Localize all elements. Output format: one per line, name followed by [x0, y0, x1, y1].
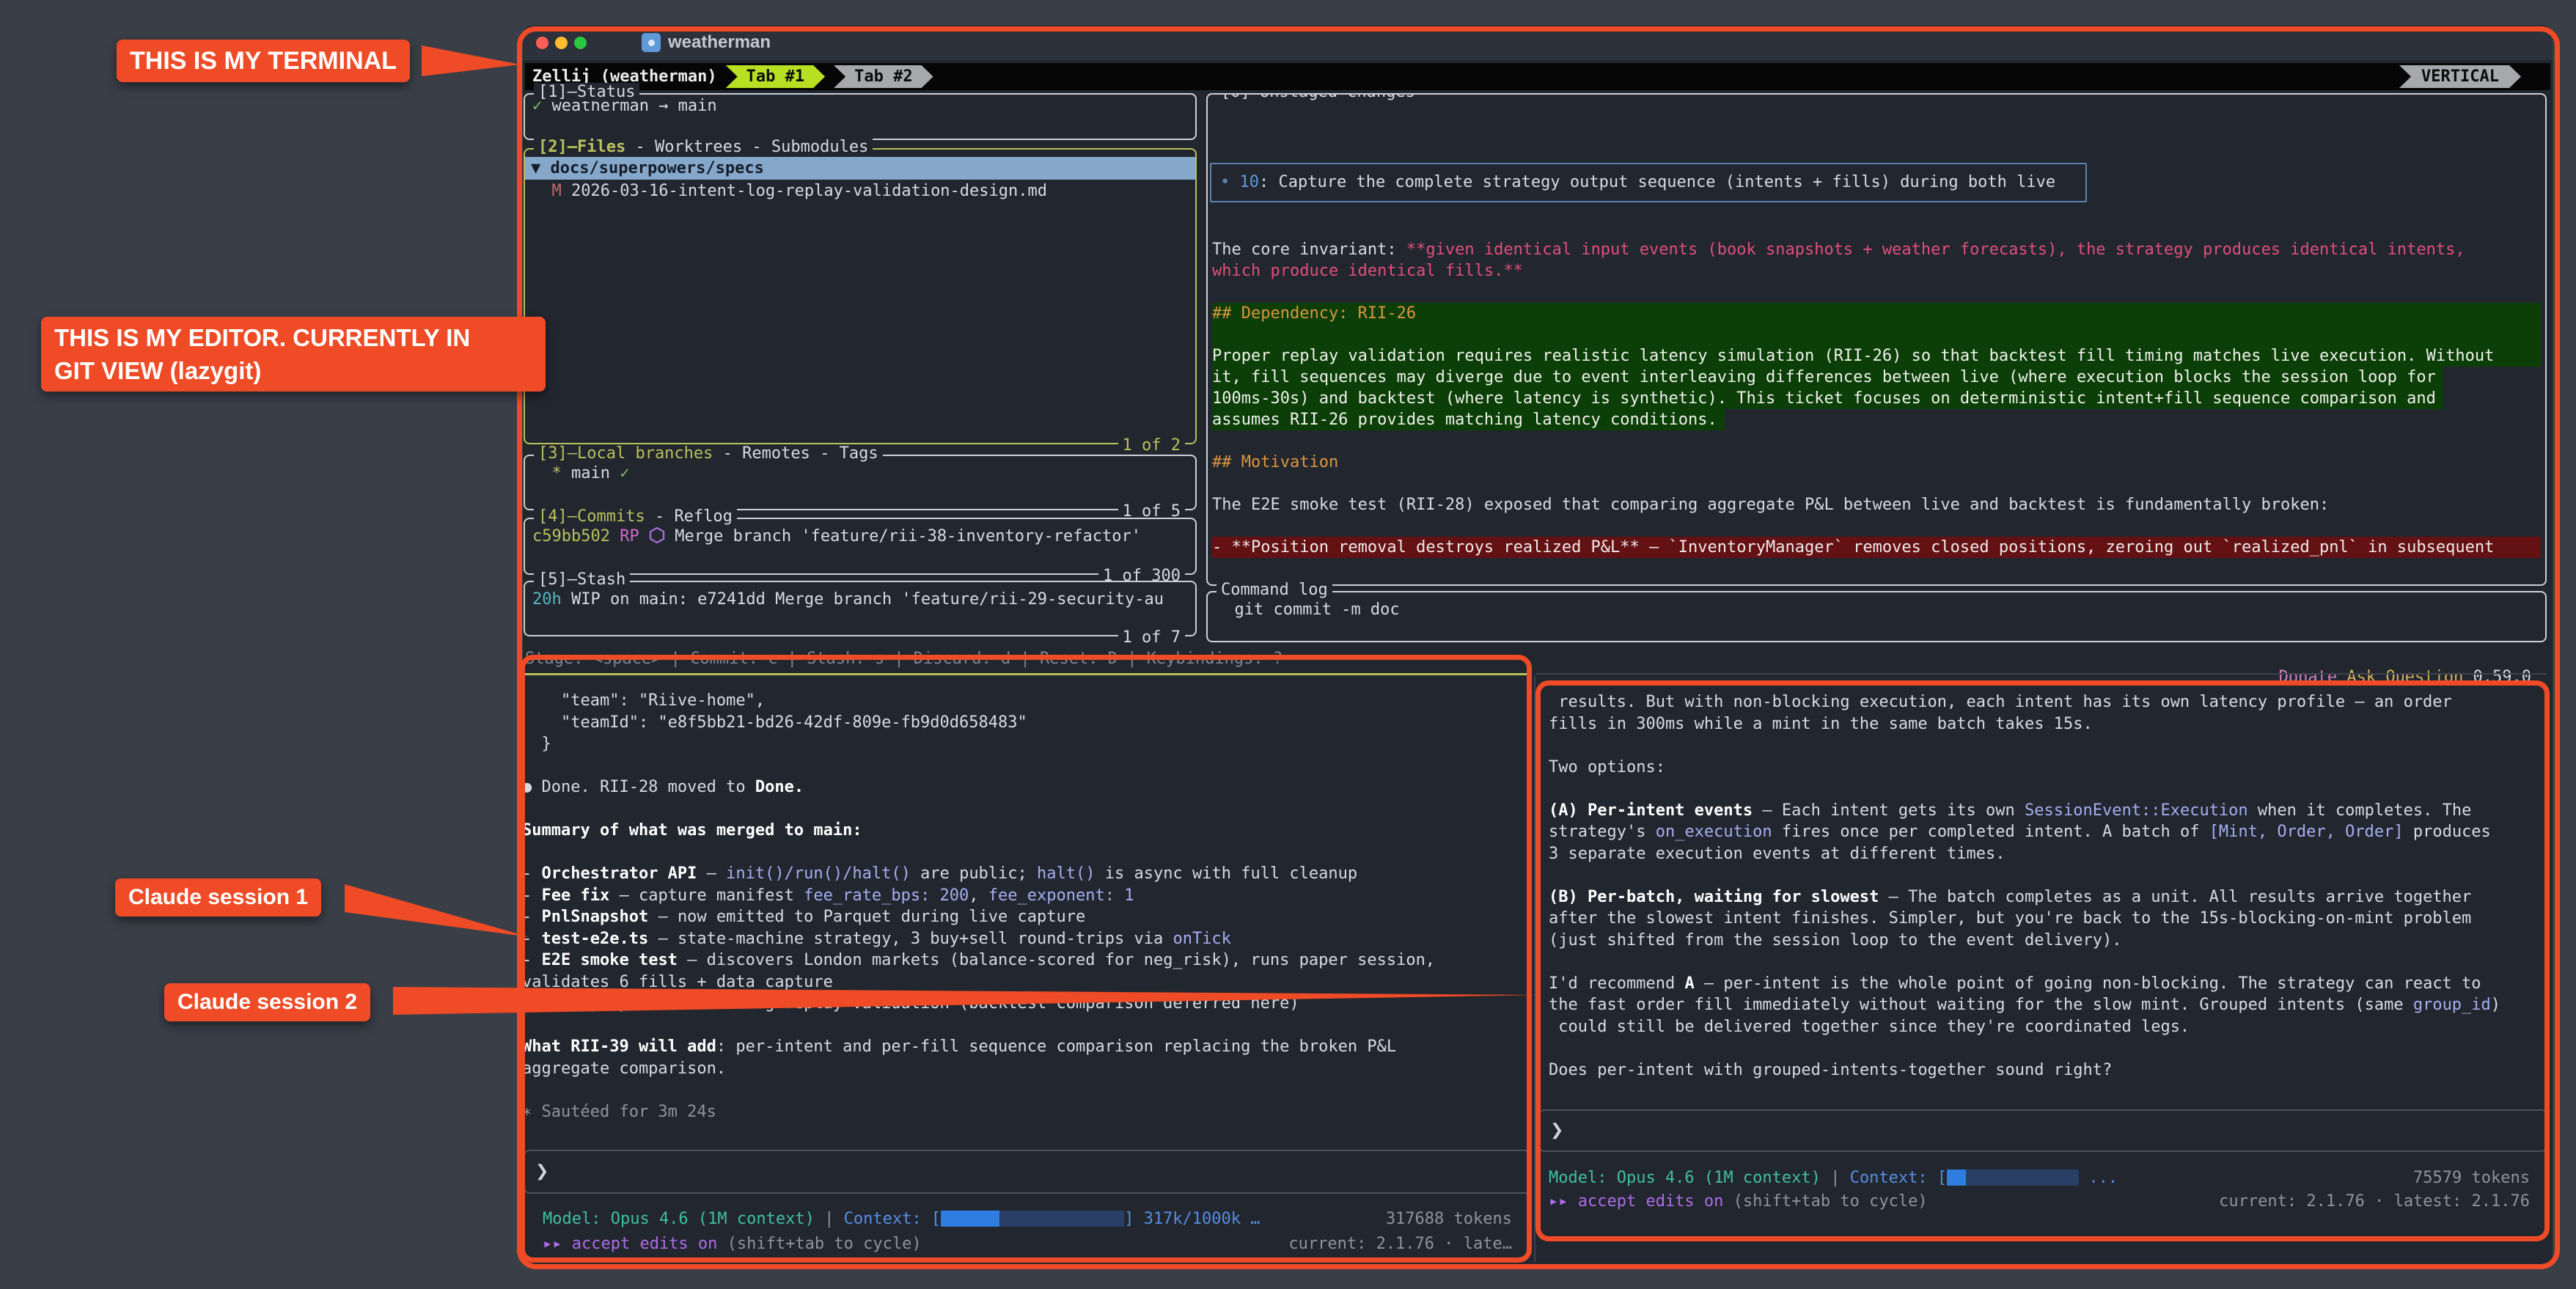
screenshot-root: weatherman Zellij (weatherman) Tab #1 Ta… [0, 0, 2576, 1289]
arrow-terminal [422, 45, 520, 76]
annotation-box-claude2 [1535, 680, 2550, 1241]
annotation-box-claude1 [520, 655, 1532, 1263]
callout-terminal: THIS IS MY TERMINAL [117, 40, 410, 82]
arrow-claude1 [345, 884, 529, 937]
callout-claude1: Claude session 1 [115, 878, 321, 917]
callout-editor: THIS IS MY EDITOR. CURRENTLY INGIT VIEW … [41, 317, 546, 392]
callout-claude2: Claude session 2 [164, 983, 370, 1021]
